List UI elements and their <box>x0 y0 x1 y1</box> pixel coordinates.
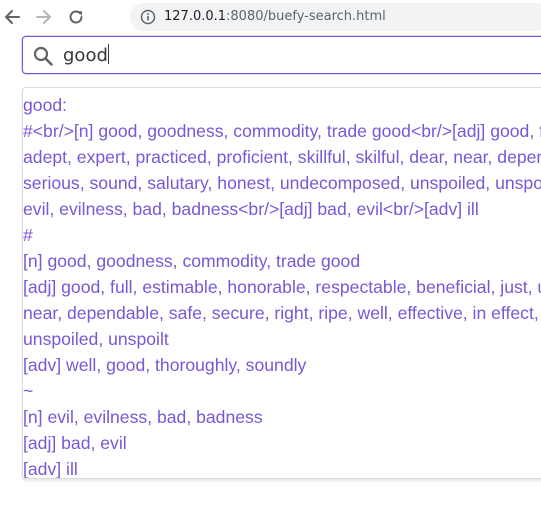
arrow-left-icon <box>5 10 20 24</box>
url-path: :8080/buefy-search.html <box>226 9 386 24</box>
result-line[interactable]: [n] evil, evilness, bad, badness <box>23 404 541 430</box>
search-icon <box>33 46 53 66</box>
search-field[interactable]: good <box>22 36 541 74</box>
url-text[interactable]: 127.0.0.1:8080/buefy-search.html <box>164 8 386 26</box>
autocomplete-results: good: #<br/>[n] good, goodness, commodit… <box>23 92 541 478</box>
text-caret <box>107 44 109 64</box>
result-line[interactable]: # <box>23 222 541 248</box>
result-line[interactable]: evil, evilness, bad, badness<br/>[adj] b… <box>23 196 541 222</box>
result-line[interactable]: [adv] well, good, thoroughly, soundly <box>23 352 541 378</box>
result-line[interactable]: [adj] bad, evil <box>23 430 541 456</box>
result-line[interactable]: good: <box>23 92 541 118</box>
info-circle-icon[interactable] <box>140 9 156 25</box>
result-line[interactable]: [n] good, goodness, commodity, trade goo… <box>23 248 541 274</box>
reload-button[interactable] <box>64 5 88 29</box>
result-line[interactable]: #<br/>[n] good, goodness, commodity, tra… <box>23 118 541 144</box>
url-host: 127.0.0.1 <box>164 9 227 24</box>
result-line[interactable]: unspoiled, unspoilt <box>23 326 541 352</box>
back-button[interactable] <box>0 5 24 29</box>
result-line[interactable]: [adv] ill <box>23 456 541 478</box>
result-line[interactable]: serious, sound, salutary, honest, undeco… <box>23 170 541 196</box>
search-input-value: good <box>63 45 108 66</box>
result-line[interactable]: near, dependable, safe, secure, right, r… <box>23 300 541 326</box>
search-input[interactable]: good <box>63 44 109 68</box>
autocomplete-dropdown: good: #<br/>[n] good, goodness, commodit… <box>22 87 541 479</box>
forward-button[interactable] <box>32 5 56 29</box>
reload-icon <box>69 10 83 24</box>
browser-toolbar: 127.0.0.1:8080/buefy-search.html <box>0 0 541 34</box>
result-line[interactable]: [adj] good, full, estimable, honorable, … <box>23 274 541 300</box>
arrow-right-icon <box>36 10 51 24</box>
result-line[interactable]: ~ <box>23 378 541 404</box>
result-line[interactable]: adept, expert, practiced, proficient, sk… <box>23 144 541 170</box>
address-bar[interactable]: 127.0.0.1:8080/buefy-search.html <box>130 3 541 31</box>
